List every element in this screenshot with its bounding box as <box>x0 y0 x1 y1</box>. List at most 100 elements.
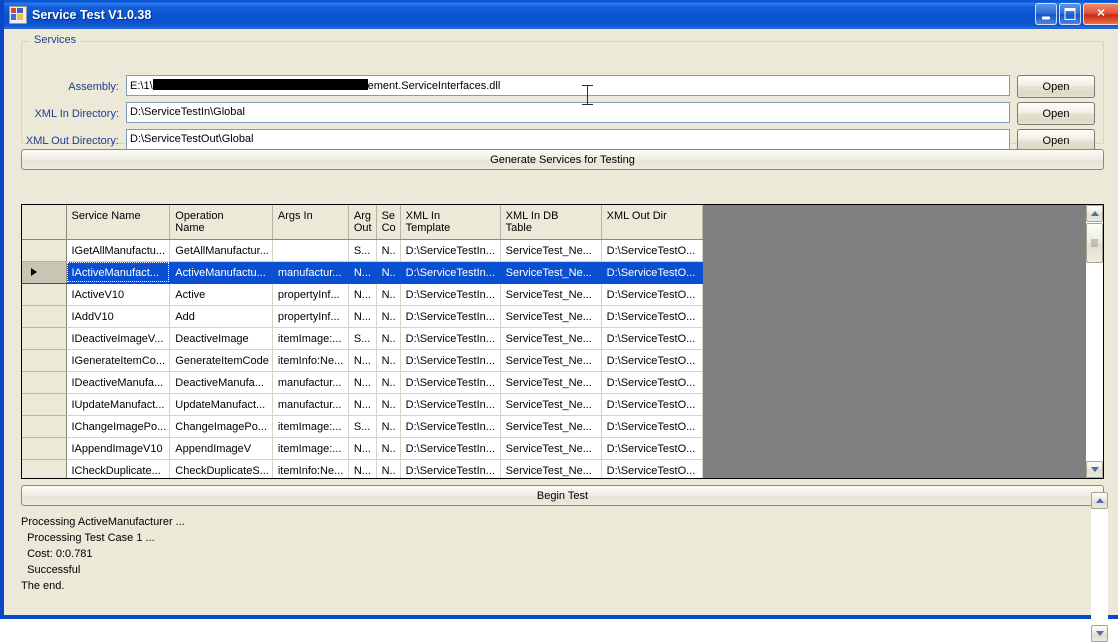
table-cell[interactable]: ServiceTest_Ne... <box>500 327 602 350</box>
begin-test-button[interactable]: Begin Test <box>21 485 1104 506</box>
table-cell[interactable]: IGenerateItemCo... <box>66 349 171 372</box>
table-cell[interactable]: N.. <box>376 459 401 478</box>
table-cell[interactable]: N.. <box>376 239 401 262</box>
table-cell[interactable]: IAddV10 <box>66 305 171 328</box>
table-cell[interactable]: D:\ServiceTestO... <box>601 371 703 394</box>
table-cell[interactable]: itemImage:... <box>272 437 349 460</box>
table-cell[interactable]: ServiceTest_Ne... <box>500 349 602 372</box>
column-header-xml-in-db-table[interactable]: XML In DB Table <box>500 205 602 240</box>
table-cell[interactable]: ChangeImagePo... <box>169 415 273 438</box>
table-cell[interactable]: D:\ServiceTestIn... <box>400 415 501 438</box>
table-row[interactable]: IGetAllManufactu... GetAllManufactur... S.… <box>22 239 703 262</box>
table-cell[interactable]: IAppendImageV10 <box>66 437 171 460</box>
table-cell[interactable]: itemInfo:Ne... <box>272 459 349 478</box>
table-cell[interactable]: propertyInf... <box>272 305 349 328</box>
assembly-input[interactable]: E:\1\ ement.ServiceInterfaces.dll <box>126 75 1010 96</box>
column-header-xml-out-dir[interactable]: XML Out Dir <box>601 205 703 240</box>
table-cell[interactable]: D:\ServiceTestIn... <box>400 349 501 372</box>
table-cell[interactable]: IActiveManufact... <box>66 261 171 284</box>
table-cell[interactable]: N... <box>348 393 377 416</box>
table-cell[interactable]: N.. <box>376 371 401 394</box>
table-cell[interactable]: Add <box>169 305 273 328</box>
table-cell[interactable]: N.. <box>376 283 401 306</box>
table-cell[interactable]: S... <box>348 415 377 438</box>
table-cell[interactable]: N.. <box>376 437 401 460</box>
table-cell[interactable]: N... <box>348 349 377 372</box>
table-cell[interactable]: DeactiveManufa... <box>169 371 273 394</box>
table-cell[interactable]: ServiceTest_Ne... <box>500 239 602 262</box>
table-cell[interactable]: GetAllManufactur... <box>169 239 273 262</box>
row-header-cell[interactable] <box>22 393 67 416</box>
table-row[interactable]: IAppendImageV10 AppendImageV itemImage:...… <box>22 437 703 460</box>
table-cell[interactable]: ServiceTest_Ne... <box>500 305 602 328</box>
grid-vertical-scrollbar[interactable] <box>1086 205 1103 478</box>
table-row[interactable]: IChangeImagePo... ChangeImagePo... itemIma… <box>22 415 703 438</box>
table-cell[interactable]: N... <box>348 283 377 306</box>
table-cell[interactable]: manufactur... <box>272 393 349 416</box>
generate-services-button[interactable]: Generate Services for Testing <box>21 149 1104 170</box>
table-cell[interactable]: propertyInf... <box>272 283 349 306</box>
table-cell[interactable]: ServiceTest_Ne... <box>500 261 602 284</box>
table-cell[interactable]: D:\ServiceTestIn... <box>400 371 501 394</box>
table-cell[interactable]: D:\ServiceTestO... <box>601 283 703 306</box>
table-cell[interactable]: D:\ServiceTestO... <box>601 393 703 416</box>
table-cell[interactable]: D:\ServiceTestIn... <box>400 305 501 328</box>
table-cell[interactable]: ServiceTest_Ne... <box>500 393 602 416</box>
table-cell[interactable]: D:\ServiceTestO... <box>601 415 703 438</box>
table-cell[interactable]: ServiceTest_Ne... <box>500 459 602 478</box>
table-cell[interactable]: N.. <box>376 327 401 350</box>
table-cell[interactable]: D:\ServiceTestO... <box>601 327 703 350</box>
table-cell[interactable]: N.. <box>376 393 401 416</box>
table-cell[interactable]: D:\ServiceTestIn... <box>400 327 501 350</box>
table-cell[interactable]: itemImage:... <box>272 415 349 438</box>
table-cell[interactable]: IActiveV10 <box>66 283 171 306</box>
row-header-cell[interactable] <box>22 349 67 372</box>
table-cell[interactable]: manufactur... <box>272 371 349 394</box>
column-header-xml-in-template[interactable]: XML In Template <box>400 205 501 240</box>
table-cell[interactable]: IUpdateManufact... <box>66 393 171 416</box>
grid-scroll-down-button[interactable] <box>1086 461 1103 478</box>
table-row[interactable]: IActiveV10 Active propertyInf... N... N.. D:\… <box>22 283 703 306</box>
log-scroll-up-button[interactable] <box>1091 492 1108 509</box>
row-header-cell[interactable] <box>22 305 67 328</box>
table-cell[interactable]: IDeactiveImageV... <box>66 327 171 350</box>
table-cell[interactable]: GenerateItemCode <box>169 349 273 372</box>
table-cell[interactable]: ServiceTest_Ne... <box>500 283 602 306</box>
table-cell[interactable]: ICheckDuplicate... <box>66 459 171 478</box>
log-scroll-down-button[interactable] <box>1091 625 1108 642</box>
table-cell[interactable]: S... <box>348 327 377 350</box>
table-cell[interactable]: N... <box>348 437 377 460</box>
table-cell[interactable]: N.. <box>376 415 401 438</box>
table-row[interactable]: IUpdateManufact... UpdateManufact... manuf… <box>22 393 703 416</box>
table-cell[interactable]: D:\ServiceTestO... <box>601 239 703 262</box>
log-vertical-scrollbar[interactable] <box>1091 492 1108 642</box>
minimize-button[interactable] <box>1035 3 1057 25</box>
table-row[interactable]: IDeactiveImageV... DeactiveImage itemImage… <box>22 327 703 350</box>
table-cell[interactable]: D:\ServiceTestO... <box>601 349 703 372</box>
maximize-button[interactable] <box>1059 3 1081 25</box>
table-cell[interactable]: itemImage:... <box>272 327 349 350</box>
table-row[interactable]: IActiveManufact... ActiveManufactu... manu… <box>22 261 703 284</box>
table-cell[interactable]: N.. <box>376 349 401 372</box>
open-assembly-button[interactable]: Open <box>1017 75 1095 98</box>
table-cell[interactable]: N.. <box>376 305 401 328</box>
table-cell[interactable] <box>272 239 349 262</box>
table-cell[interactable]: D:\ServiceTestIn... <box>400 283 501 306</box>
row-header-cell[interactable] <box>22 239 67 262</box>
table-cell[interactable]: D:\ServiceTestIn... <box>400 393 501 416</box>
row-header-cell[interactable] <box>22 437 67 460</box>
row-header-cell[interactable] <box>22 283 67 306</box>
grid-scroll-thumb[interactable] <box>1086 223 1103 263</box>
column-header-rowselect[interactable] <box>22 205 67 240</box>
table-cell[interactable]: IChangeImagePo... <box>66 415 171 438</box>
table-cell[interactable]: manufactur... <box>272 261 349 284</box>
table-cell[interactable]: N... <box>348 305 377 328</box>
table-cell[interactable]: ActiveManufactu... <box>169 261 273 284</box>
table-cell[interactable]: ServiceTest_Ne... <box>500 437 602 460</box>
row-header-cell[interactable] <box>22 371 67 394</box>
grid-scroll-up-button[interactable] <box>1086 205 1103 222</box>
table-cell[interactable]: D:\ServiceTestO... <box>601 261 703 284</box>
table-cell[interactable]: DeactiveImage <box>169 327 273 350</box>
table-cell[interactable]: CheckDuplicateS... <box>169 459 273 478</box>
services-data-grid[interactable]: Service Name Operation Name Args In Arg Ou… <box>21 204 1104 479</box>
